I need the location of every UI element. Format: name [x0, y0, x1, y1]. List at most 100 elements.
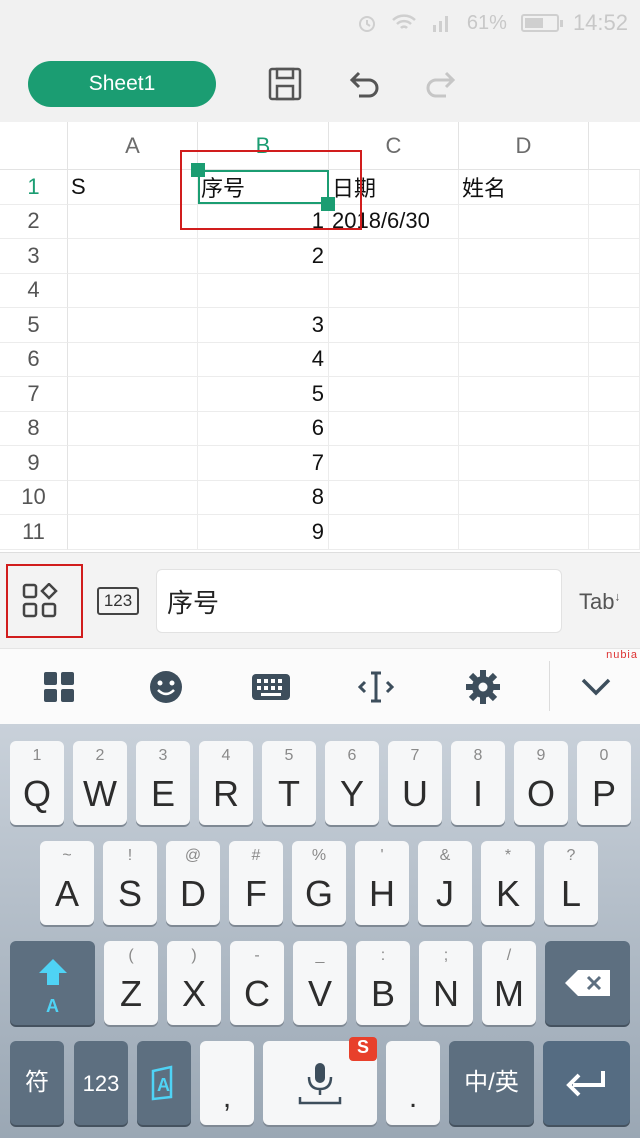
key-b[interactable]: :B	[356, 941, 410, 1025]
table-cell[interactable]: 6	[198, 411, 329, 446]
row-header[interactable]: 6	[0, 342, 68, 377]
collapse-keyboard-icon[interactable]	[578, 669, 614, 705]
table-cell[interactable]	[459, 411, 589, 446]
backspace-key[interactable]	[545, 941, 630, 1025]
table-cell[interactable]	[589, 411, 640, 446]
language-toggle-key[interactable]: 中/英	[449, 1041, 534, 1125]
column-header-e[interactable]	[589, 122, 640, 170]
table-cell[interactable]	[329, 273, 459, 308]
table-cell[interactable]	[459, 342, 589, 377]
key-s[interactable]: ! S	[103, 841, 157, 925]
table-cell[interactable]	[329, 411, 459, 446]
table-cell[interactable]	[68, 239, 198, 274]
key-c[interactable]: -C	[230, 941, 284, 1025]
table-cell[interactable]	[589, 204, 640, 239]
sheet-tab[interactable]: Sheet1	[28, 61, 216, 107]
key-l[interactable]: ? L	[544, 841, 598, 925]
table-cell[interactable]: 日期	[329, 170, 459, 205]
table-cell[interactable]	[68, 308, 198, 343]
redo-icon[interactable]	[424, 66, 460, 102]
key-r[interactable]: 4R	[199, 741, 253, 825]
table-cell[interactable]	[589, 515, 640, 550]
table-cell[interactable]	[589, 273, 640, 308]
row-header[interactable]: 9	[0, 446, 68, 481]
table-cell[interactable]	[589, 342, 640, 377]
key-e[interactable]: 3E	[136, 741, 190, 825]
enter-key[interactable]	[543, 1041, 630, 1125]
table-cell[interactable]	[329, 377, 459, 412]
key-n[interactable]: ; N	[419, 941, 473, 1025]
table-cell[interactable]: S	[68, 170, 198, 205]
key-m[interactable]: / M	[482, 941, 536, 1025]
column-header-c[interactable]: C	[329, 122, 459, 170]
key-w[interactable]: 2W	[73, 741, 127, 825]
table-cell[interactable]: 序号	[198, 170, 329, 205]
table-cell[interactable]	[459, 515, 589, 550]
handwriting-mode-key[interactable]: A	[137, 1041, 191, 1125]
row-header[interactable]: 11	[0, 515, 68, 550]
row-header[interactable]: 3	[0, 239, 68, 274]
key-f[interactable]: # F	[229, 841, 283, 925]
key-i[interactable]: 8I	[451, 741, 505, 825]
table-cell[interactable]	[329, 308, 459, 343]
key-u[interactable]: 7U	[388, 741, 442, 825]
column-header-b[interactable]: B	[198, 122, 329, 170]
tools-grid-icon[interactable]	[22, 583, 58, 619]
table-cell[interactable]: 姓名	[459, 170, 589, 205]
row-header[interactable]: 10	[0, 480, 68, 515]
row-header[interactable]: 2	[0, 204, 68, 239]
ime-menu-icon[interactable]	[41, 669, 77, 705]
key-t[interactable]: 5T	[262, 741, 316, 825]
table-cell[interactable]	[459, 239, 589, 274]
row-header[interactable]: 4	[0, 273, 68, 308]
emoji-icon[interactable]	[148, 669, 184, 705]
table-cell[interactable]	[589, 446, 640, 481]
table-cell[interactable]	[68, 342, 198, 377]
cursor-move-icon[interactable]	[358, 669, 394, 705]
period-key[interactable]: .	[386, 1041, 440, 1125]
table-cell[interactable]: 7	[198, 446, 329, 481]
shift-key[interactable]: A	[10, 941, 95, 1025]
key-o[interactable]: 9O	[514, 741, 568, 825]
selection-handle-start[interactable]	[191, 163, 205, 177]
key-a[interactable]: ~ A	[40, 841, 94, 925]
table-cell[interactable]	[68, 515, 198, 550]
table-cell[interactable]	[68, 411, 198, 446]
table-cell[interactable]: 4	[198, 342, 329, 377]
table-cell[interactable]	[459, 204, 589, 239]
row-header[interactable]: 7	[0, 377, 68, 412]
numeric-keypad-button[interactable]: 123	[97, 587, 139, 615]
table-cell[interactable]	[589, 170, 640, 205]
table-cell[interactable]	[329, 446, 459, 481]
table-cell[interactable]	[589, 239, 640, 274]
keyboard-layout-icon[interactable]	[251, 669, 291, 705]
save-icon[interactable]	[267, 66, 303, 102]
table-cell[interactable]	[198, 273, 329, 308]
table-cell[interactable]	[68, 480, 198, 515]
table-cell[interactable]	[68, 204, 198, 239]
table-cell[interactable]	[68, 377, 198, 412]
symbols-key[interactable]: 符	[10, 1041, 64, 1125]
key-x[interactable]: ) X	[167, 941, 221, 1025]
table-cell[interactable]	[68, 273, 198, 308]
table-cell[interactable]: 2018/6/30	[329, 204, 459, 239]
table-cell[interactable]	[329, 480, 459, 515]
tab-button[interactable]: Tab↓	[579, 589, 620, 615]
table-cell[interactable]: 5	[198, 377, 329, 412]
table-cell[interactable]	[589, 308, 640, 343]
table-cell[interactable]	[459, 273, 589, 308]
corner-header[interactable]	[0, 122, 68, 170]
undo-icon[interactable]	[345, 66, 381, 102]
table-cell[interactable]	[329, 342, 459, 377]
formula-input[interactable]: 序号	[156, 569, 562, 633]
key-q[interactable]: 1Q	[10, 741, 64, 825]
key-g[interactable]: % G	[292, 841, 346, 925]
table-cell[interactable]	[459, 308, 589, 343]
table-cell[interactable]	[589, 480, 640, 515]
key-y[interactable]: 6Y	[325, 741, 379, 825]
table-cell[interactable]: 2	[198, 239, 329, 274]
column-header-d[interactable]: D	[459, 122, 589, 170]
space-voice-key[interactable]: S	[263, 1037, 377, 1125]
table-cell[interactable]	[329, 515, 459, 550]
table-cell[interactable]	[459, 377, 589, 412]
